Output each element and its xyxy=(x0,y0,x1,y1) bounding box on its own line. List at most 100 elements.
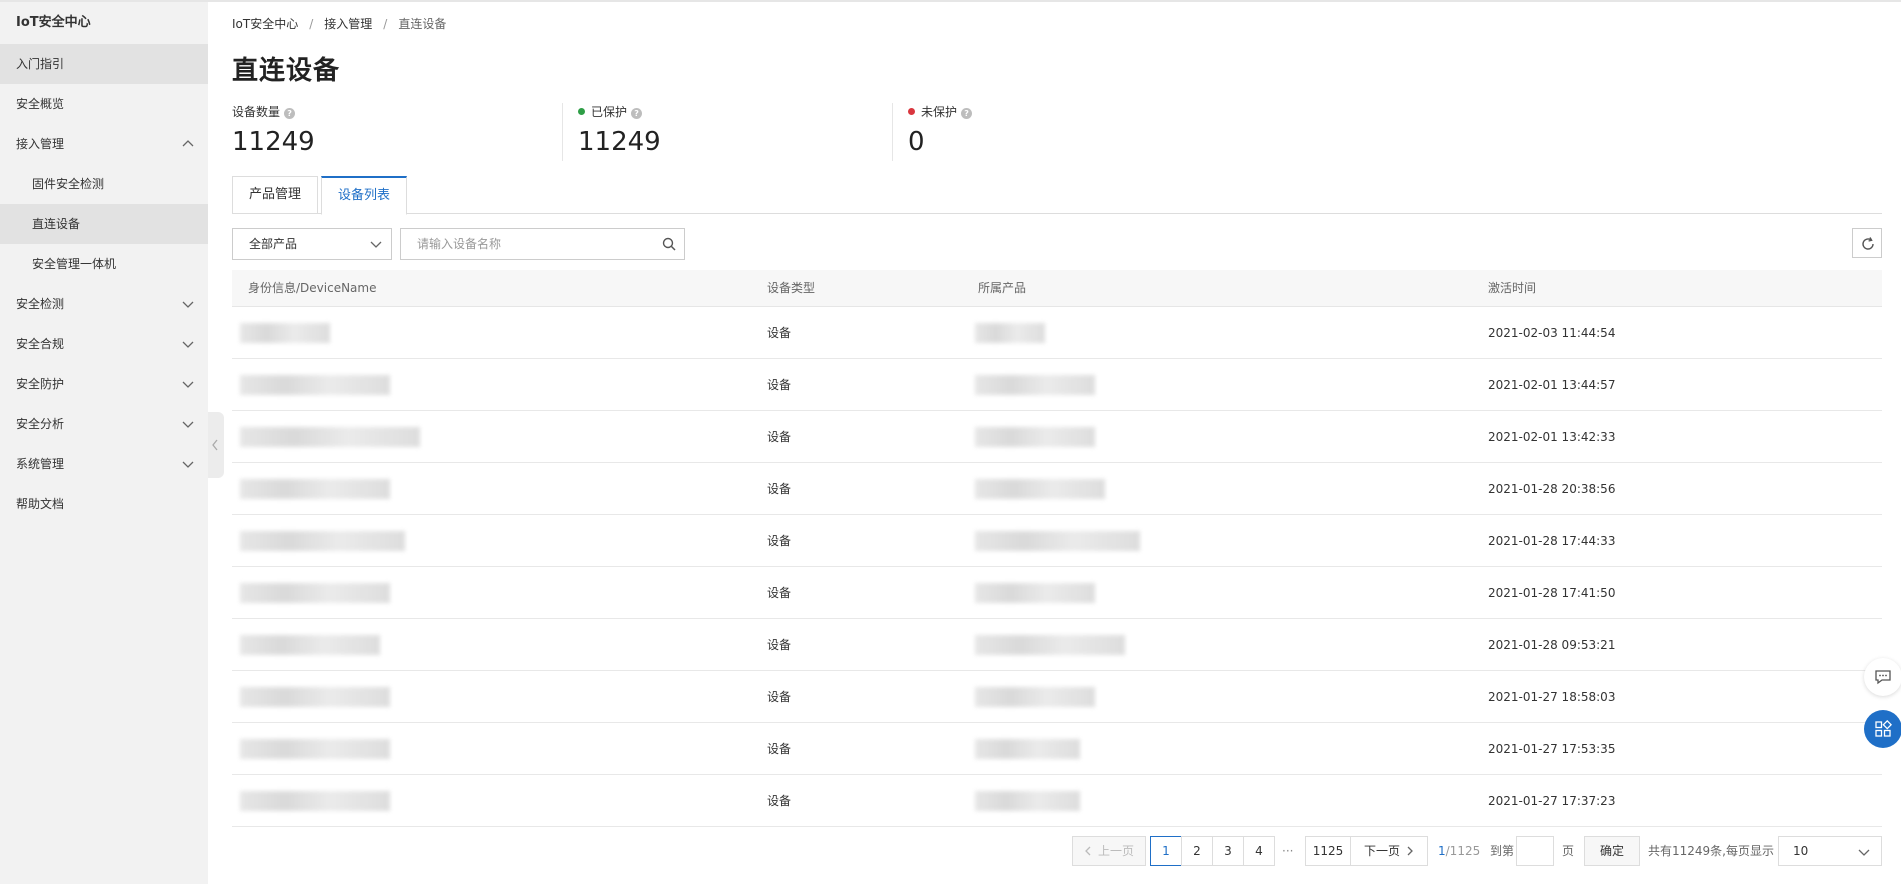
sidebar-item-help-docs[interactable]: 帮助文档 xyxy=(0,484,208,524)
breadcrumb-item[interactable]: 接入管理 xyxy=(324,15,372,32)
redacted-product-name xyxy=(975,635,1125,655)
table-row[interactable]: 设备 2021-01-28 17:44:33 xyxy=(232,515,1882,567)
redacted-device-name xyxy=(240,583,390,603)
sidebar-item-security-analysis[interactable]: 安全分析 xyxy=(0,404,208,444)
cell-activation-time: 2021-01-28 09:53:21 xyxy=(1488,638,1616,652)
cell-device-type: 设备 xyxy=(767,794,792,808)
cell-device-type: 设备 xyxy=(767,742,792,756)
device-search-input[interactable]: 请输入设备名称 xyxy=(400,228,685,260)
page-button-2[interactable]: 2 xyxy=(1181,836,1213,866)
status-dot-green xyxy=(578,108,585,115)
breadcrumb-separator: / xyxy=(309,17,314,31)
stat-value: 11249 xyxy=(232,127,315,157)
help-icon[interactable]: ? xyxy=(284,108,296,119)
cell-device-type: 设备 xyxy=(767,430,792,444)
redacted-product-name xyxy=(975,531,1140,551)
sidebar-item-security-protection[interactable]: 安全防护 xyxy=(0,364,208,404)
help-icon[interactable]: ? xyxy=(631,108,643,119)
sidebar-item-label: 系统管理 xyxy=(16,457,65,471)
table-row[interactable]: 设备 2021-02-01 13:44:57 xyxy=(232,359,1882,411)
page-indicator: 1/1125 xyxy=(1438,836,1480,866)
apps-button[interactable] xyxy=(1864,710,1901,748)
cell-activation-time: 2021-01-28 17:41:50 xyxy=(1488,586,1616,600)
breadcrumb-separator: / xyxy=(383,17,388,31)
table-row[interactable]: 设备 2021-01-28 17:41:50 xyxy=(232,567,1882,619)
cell-activation-time: 2021-01-27 18:58:03 xyxy=(1488,690,1616,704)
page-button-last[interactable]: 1125 xyxy=(1305,836,1351,866)
sidebar-item-label: 安全管理一体机 xyxy=(32,257,117,271)
redacted-product-name xyxy=(975,739,1080,759)
page-button-3[interactable]: 3 xyxy=(1212,836,1244,866)
sidebar-item-label: 安全分析 xyxy=(16,417,65,431)
redacted-device-name xyxy=(240,687,390,707)
sidebar-item-label: 安全概览 xyxy=(16,97,65,111)
sidebar-item-label: 帮助文档 xyxy=(16,497,65,511)
tab-device-list[interactable]: 设备列表 xyxy=(321,176,408,215)
stat-label: 未保护 xyxy=(921,105,958,119)
table-row[interactable]: 设备 2021-01-27 18:58:03 xyxy=(232,671,1882,723)
redacted-device-name xyxy=(240,427,420,447)
refresh-button[interactable] xyxy=(1852,228,1882,258)
chevron-left-icon xyxy=(212,439,218,451)
goto-page-input[interactable] xyxy=(1516,836,1554,866)
redacted-device-name xyxy=(240,739,390,759)
chevron-down-icon xyxy=(182,459,194,469)
help-icon[interactable]: ? xyxy=(961,108,973,119)
sidebar-item-label: 固件安全检测 xyxy=(32,177,105,191)
sidebar-item-security-detection[interactable]: 安全检测 xyxy=(0,284,208,324)
redacted-device-name xyxy=(240,479,390,499)
table-row[interactable]: 设备 2021-02-01 13:42:33 xyxy=(232,411,1882,463)
table-row[interactable]: 设备 2021-01-27 17:37:23 xyxy=(232,775,1882,827)
chevron-down-icon xyxy=(370,241,382,248)
table-row[interactable]: 设备 2021-02-03 11:44:54 xyxy=(232,307,1882,359)
cell-device-type: 设备 xyxy=(767,638,792,652)
sidebar-item-access-management[interactable]: 接入管理 xyxy=(0,124,208,164)
redacted-device-name xyxy=(240,375,390,395)
sidebar-item-security-appliance[interactable]: 安全管理一体机 xyxy=(0,244,208,284)
sidebar-item-firmware-check[interactable]: 固件安全检测 xyxy=(0,164,208,204)
tab-bar: 产品管理 设备列表 xyxy=(232,176,1882,215)
sidebar-item-security-compliance[interactable]: 安全合规 xyxy=(0,324,208,364)
goto-suffix: 页 xyxy=(1562,844,1575,858)
next-page-button[interactable]: 下一页 xyxy=(1350,836,1428,866)
cell-activation-time: 2021-01-28 17:44:33 xyxy=(1488,534,1616,548)
sidebar-item-system-management[interactable]: 系统管理 xyxy=(0,444,208,484)
prev-page-label: 上一页 xyxy=(1097,844,1134,858)
refresh-icon xyxy=(1862,237,1874,250)
table-row[interactable]: 设备 2021-01-28 09:53:21 xyxy=(232,619,1882,671)
chevron-down-icon xyxy=(1858,849,1870,856)
redacted-device-name xyxy=(240,531,405,551)
breadcrumb-current: 直连设备 xyxy=(398,17,447,31)
table-row[interactable]: 设备 2021-01-27 17:53:35 xyxy=(232,723,1882,775)
page-size-value: 10 xyxy=(1793,844,1809,858)
redacted-product-name xyxy=(975,791,1080,811)
redacted-product-name xyxy=(975,323,1045,343)
redacted-product-name xyxy=(975,375,1095,395)
stat-label: 设备数量 xyxy=(232,105,281,119)
prev-page-button[interactable]: 上一页 xyxy=(1072,836,1146,866)
cell-activation-time: 2021-01-28 20:38:56 xyxy=(1488,482,1616,496)
page-button-4[interactable]: 4 xyxy=(1243,836,1275,866)
product-select[interactable]: 全部产品 xyxy=(232,228,392,260)
sidebar-item-getting-started[interactable]: 入门指引 xyxy=(0,44,208,84)
goto-confirm-button[interactable]: 确定 xyxy=(1584,836,1640,866)
cell-activation-time: 2021-02-03 11:44:54 xyxy=(1488,326,1616,340)
sidebar-item-direct-devices[interactable]: 直连设备 xyxy=(0,204,208,244)
page-title: 直连设备 xyxy=(232,56,341,86)
page-size-select[interactable]: 10 xyxy=(1778,836,1882,866)
breadcrumb-item[interactable]: IoT安全中心 xyxy=(232,15,298,32)
goto-label: 到第 xyxy=(1490,844,1515,858)
search-icon[interactable] xyxy=(662,237,676,251)
total-summary: 共有11249条,每页显示 xyxy=(1648,844,1774,858)
table-row[interactable]: 设备 2021-01-28 20:38:56 xyxy=(232,463,1882,515)
chat-button[interactable] xyxy=(1864,658,1901,696)
redacted-product-name xyxy=(975,427,1095,447)
page-button-1[interactable]: 1 xyxy=(1150,836,1182,866)
status-dot-red xyxy=(908,108,915,115)
stat-value: 0 xyxy=(908,127,925,157)
sidebar-item-security-overview[interactable]: 安全概览 xyxy=(0,84,208,124)
sidebar-collapse-handle[interactable] xyxy=(208,412,224,478)
cell-device-type: 设备 xyxy=(767,378,792,392)
tab-product-management[interactable]: 产品管理 xyxy=(232,176,319,214)
stat-value: 11249 xyxy=(578,127,661,157)
